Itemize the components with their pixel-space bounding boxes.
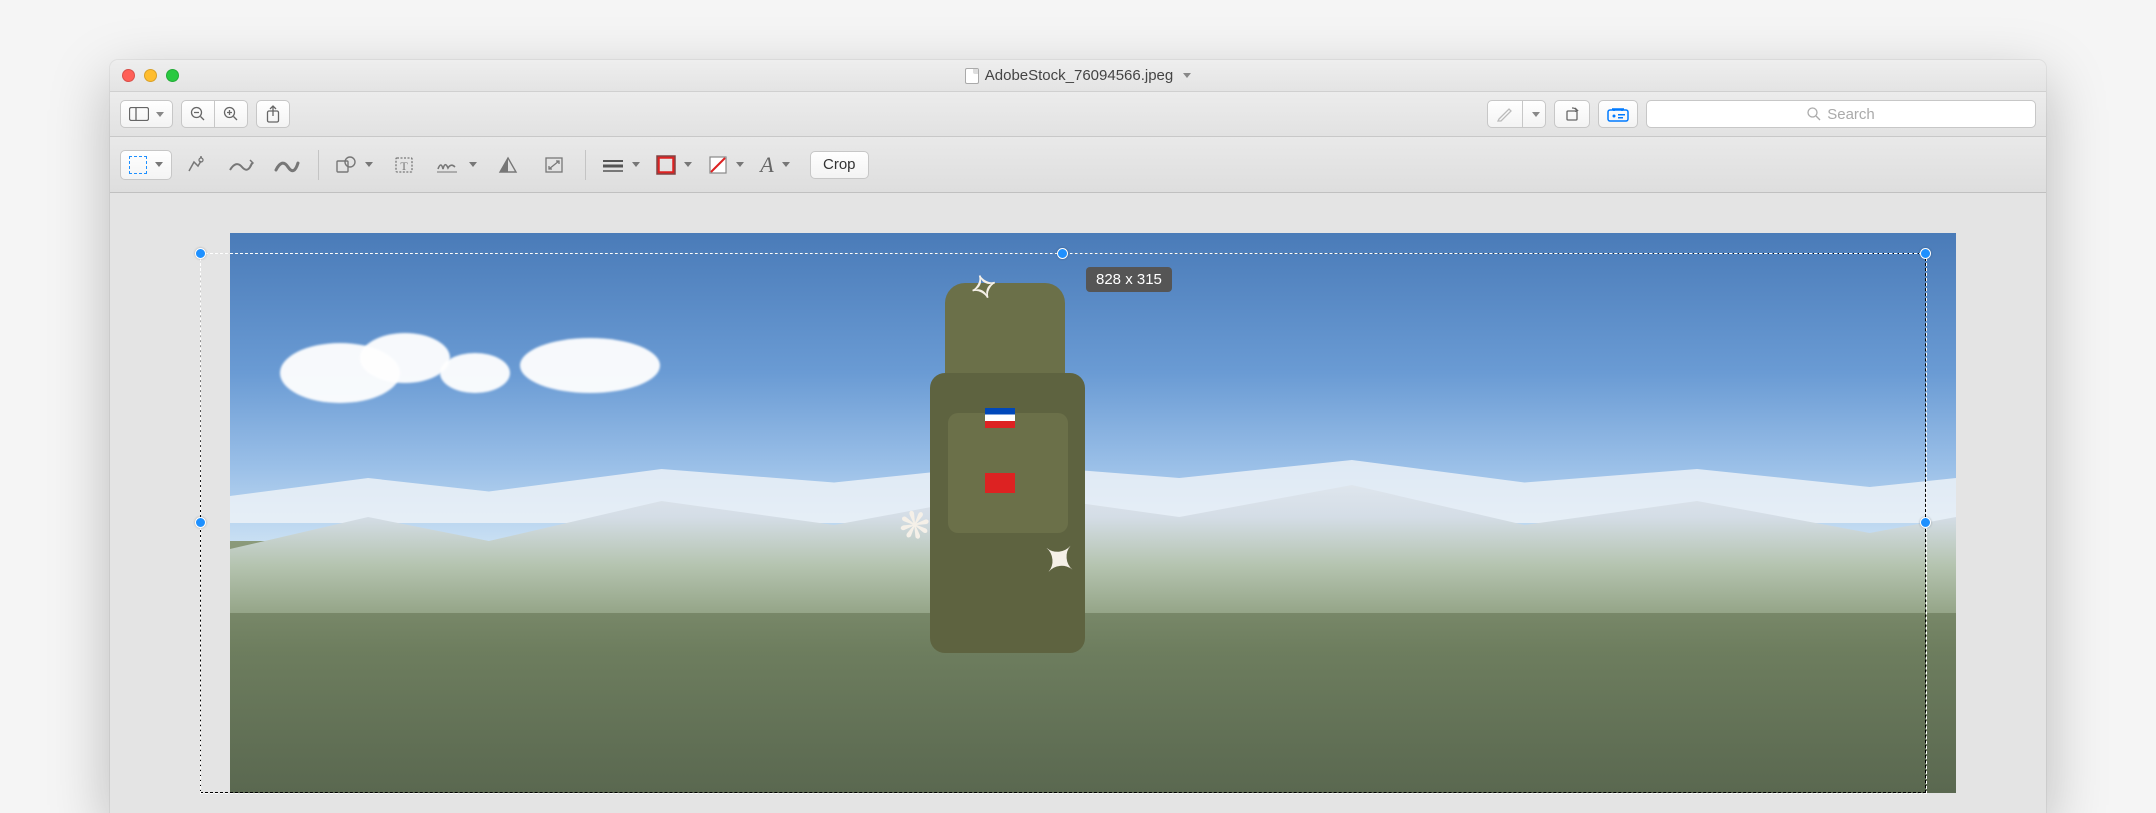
resize-handle-top-left[interactable]: [195, 248, 206, 259]
shape-style-tool[interactable]: [594, 147, 648, 183]
backpack-graphic: ⟡✦❋: [890, 253, 1120, 693]
highlight-menu-button[interactable]: [1522, 100, 1546, 128]
highlight-button[interactable]: [1487, 100, 1523, 128]
filename-label: AdobeStock_76094566.jpeg: [985, 67, 1174, 84]
adjust-size-tool[interactable]: [531, 147, 577, 183]
sign-tool[interactable]: [427, 147, 485, 183]
chevron-down-icon: [684, 162, 692, 167]
sidebar-view-button[interactable]: [120, 100, 173, 128]
chevron-down-icon[interactable]: [1183, 73, 1191, 78]
resize-handle-top-right[interactable]: [1920, 248, 1931, 259]
zoom-out-button[interactable]: [181, 100, 215, 128]
chevron-down-icon: [632, 162, 640, 167]
zoom-window-button[interactable]: [166, 69, 179, 82]
chevron-down-icon: [1532, 112, 1540, 117]
zoom-in-button[interactable]: [214, 100, 248, 128]
resize-handle-middle-right[interactable]: [1920, 517, 1931, 528]
draw-tool[interactable]: [264, 147, 310, 183]
traffic-lights: [122, 69, 179, 82]
fill-color-tool[interactable]: [700, 147, 752, 183]
text-style-icon: A: [760, 152, 773, 178]
markup-toolbar: T A Crop: [110, 137, 2046, 193]
file-icon: [965, 68, 979, 84]
shapes-tool[interactable]: [327, 147, 381, 183]
share-button[interactable]: [256, 100, 290, 128]
chevron-down-icon: [469, 162, 477, 167]
border-color-tool[interactable]: [648, 147, 700, 183]
titlebar[interactable]: AdobeStock_76094566.jpeg: [110, 60, 2046, 92]
sketch-tool[interactable]: [218, 147, 264, 183]
chevron-down-icon: [736, 162, 744, 167]
divider: [585, 150, 586, 180]
chevron-down-icon: [155, 162, 163, 167]
divider: [318, 150, 319, 180]
chevron-down-icon: [782, 162, 790, 167]
text-tool[interactable]: T: [381, 147, 427, 183]
window-title: AdobeStock_76094566.jpeg: [110, 67, 2046, 84]
chevron-down-icon: [156, 112, 164, 117]
crop-label: Crop: [823, 156, 856, 173]
rotate-button[interactable]: [1554, 100, 1590, 128]
canvas-area[interactable]: ⟡✦❋ 828 x 315: [110, 193, 2046, 813]
main-toolbar: Search: [110, 92, 2046, 137]
clouds-graphic: [280, 313, 680, 433]
text-style-tool[interactable]: A: [752, 147, 798, 183]
chevron-down-icon: [365, 162, 373, 167]
adjust-color-tool[interactable]: [485, 147, 531, 183]
search-placeholder: Search: [1827, 106, 1875, 123]
svg-text:T: T: [400, 159, 408, 173]
close-window-button[interactable]: [122, 69, 135, 82]
search-icon: [1807, 107, 1821, 121]
markup-toolbar-button[interactable]: [1598, 100, 1638, 128]
image-content[interactable]: ⟡✦❋: [230, 233, 1956, 793]
selection-icon: [129, 156, 147, 174]
instant-alpha-tool[interactable]: [172, 147, 218, 183]
preview-window: AdobeStock_76094566.jpeg: [110, 60, 2046, 813]
resize-handle-middle-left[interactable]: [195, 517, 206, 528]
crop-button[interactable]: Crop: [810, 151, 869, 179]
search-field[interactable]: Search: [1646, 100, 2036, 128]
rectangular-selection-tool[interactable]: [120, 150, 172, 180]
resize-handle-top-middle[interactable]: [1057, 248, 1068, 259]
minimize-window-button[interactable]: [144, 69, 157, 82]
